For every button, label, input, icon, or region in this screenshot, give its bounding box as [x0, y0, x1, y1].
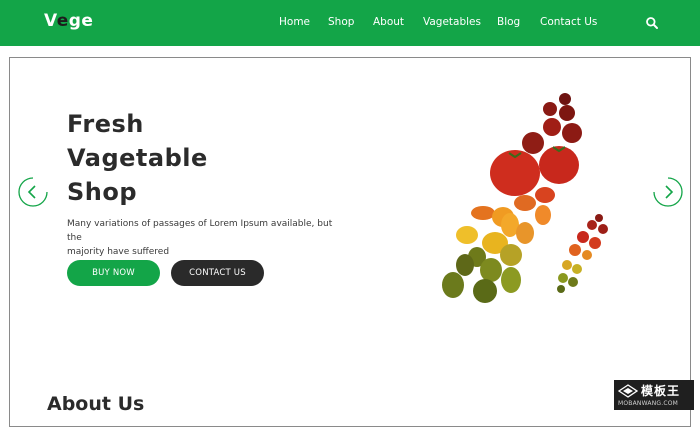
about-us-heading: About Us: [47, 393, 145, 415]
hero-tomatoes-image: [442, 93, 608, 303]
buy-now-button[interactable]: BUY NOW: [67, 260, 160, 286]
nav-home[interactable]: Home: [279, 16, 310, 32]
top-navbar: Vege Home Shop About Vagetables Blog Con…: [0, 0, 700, 46]
logo-prefix: V: [44, 11, 57, 31]
nav-shop[interactable]: Shop: [328, 16, 354, 32]
hero-title-line-2: Vagetable: [67, 144, 208, 172]
hero-description-line-1: Many variations of passages of Lorem Ips…: [67, 219, 333, 243]
nav-about[interactable]: About: [373, 16, 404, 32]
watermark-logo-icon: [618, 384, 638, 398]
hero-description: Many variations of passages of Lorem Ips…: [67, 217, 347, 259]
search-icon[interactable]: [645, 16, 659, 30]
contact-us-button[interactable]: CONTACT US: [171, 260, 264, 286]
logo-suffix: ge: [68, 11, 94, 31]
nav-contact-us[interactable]: Contact Us: [540, 16, 597, 32]
watermark-badge: 模板王 MOBANWANG.COM: [614, 380, 694, 410]
slider-prev-arrow-icon[interactable]: [18, 177, 48, 207]
site-logo[interactable]: Vege: [44, 11, 93, 31]
hero-title-line-3: Shop: [67, 178, 138, 206]
hero-title: Fresh Vagetable Shop: [67, 107, 208, 209]
hero-title-line-1: Fresh: [67, 110, 144, 138]
watermark-text-en: MOBANWANG.COM: [618, 400, 679, 407]
slider-next-arrow-icon[interactable]: [653, 177, 683, 207]
nav-vagetables[interactable]: Vagetables: [423, 16, 481, 32]
hero-description-line-2: majority have suffered: [67, 247, 170, 257]
nav-blog[interactable]: Blog: [497, 16, 520, 32]
logo-accent: e: [56, 11, 69, 31]
watermark-text-cn: 模板王: [641, 384, 681, 398]
